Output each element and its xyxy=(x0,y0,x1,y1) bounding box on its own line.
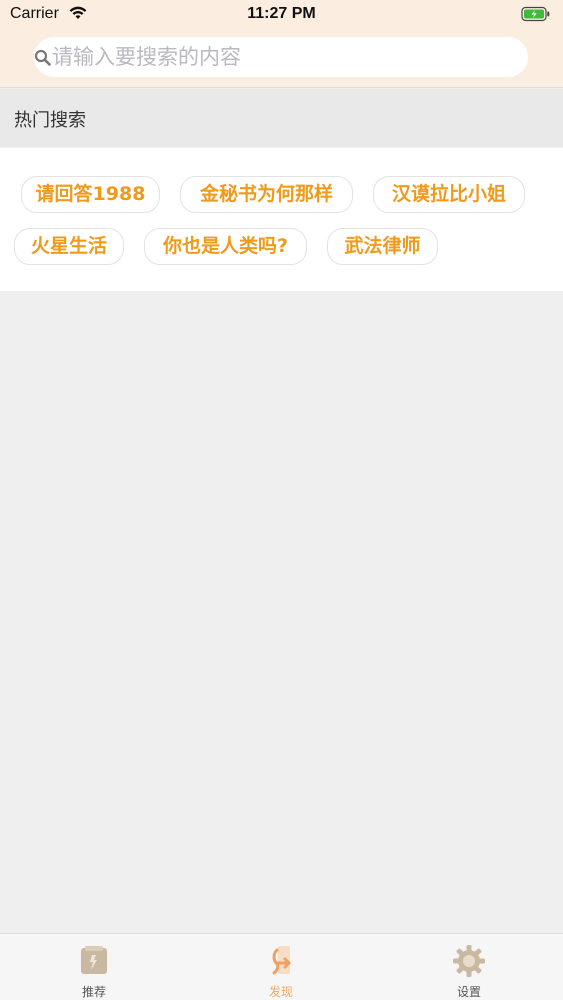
hot-search-title: 热门搜索 xyxy=(14,110,86,131)
book-icon xyxy=(78,944,110,980)
discover-icon xyxy=(265,944,297,980)
hot-tag[interactable]: 金秘书为何那样 xyxy=(180,176,353,213)
tab-settings[interactable]: 设置 xyxy=(399,934,539,1000)
hot-tag[interactable]: 火星生活 xyxy=(14,228,124,265)
clock: 11:27 PM xyxy=(247,5,316,22)
tab-discover-label: 发现 xyxy=(268,985,293,999)
tab-recommend-label: 推荐 xyxy=(81,985,106,999)
hot-tag[interactable]: 武法律师 xyxy=(327,228,438,265)
tab-discover[interactable]: 发现 xyxy=(211,934,351,1000)
tab-bar: 推荐 发现 设置 xyxy=(0,933,563,1000)
gear-icon xyxy=(452,944,486,982)
tab-recommend[interactable]: 推荐 xyxy=(24,934,164,1000)
hot-search-header: 热门搜索 xyxy=(0,89,563,147)
search-input[interactable] xyxy=(52,37,512,77)
hot-search-tags: 请回答1988 金秘书为何那样 汉谟拉比小姐 火星生活 你也是人类吗? 武法律师 xyxy=(0,148,563,291)
battery-charging-icon xyxy=(521,6,551,26)
top-header: Carrier 11:27 PM xyxy=(0,0,563,88)
status-bar: Carrier 11:27 PM xyxy=(0,0,563,30)
hot-tag[interactable]: 你也是人类吗? xyxy=(144,228,307,265)
search-icon xyxy=(34,49,52,71)
tab-settings-label: 设置 xyxy=(456,985,481,999)
search-bar[interactable] xyxy=(34,37,528,77)
hot-tag[interactable]: 请回答1988 xyxy=(21,176,160,213)
hot-tag[interactable]: 汉谟拉比小姐 xyxy=(373,176,525,213)
